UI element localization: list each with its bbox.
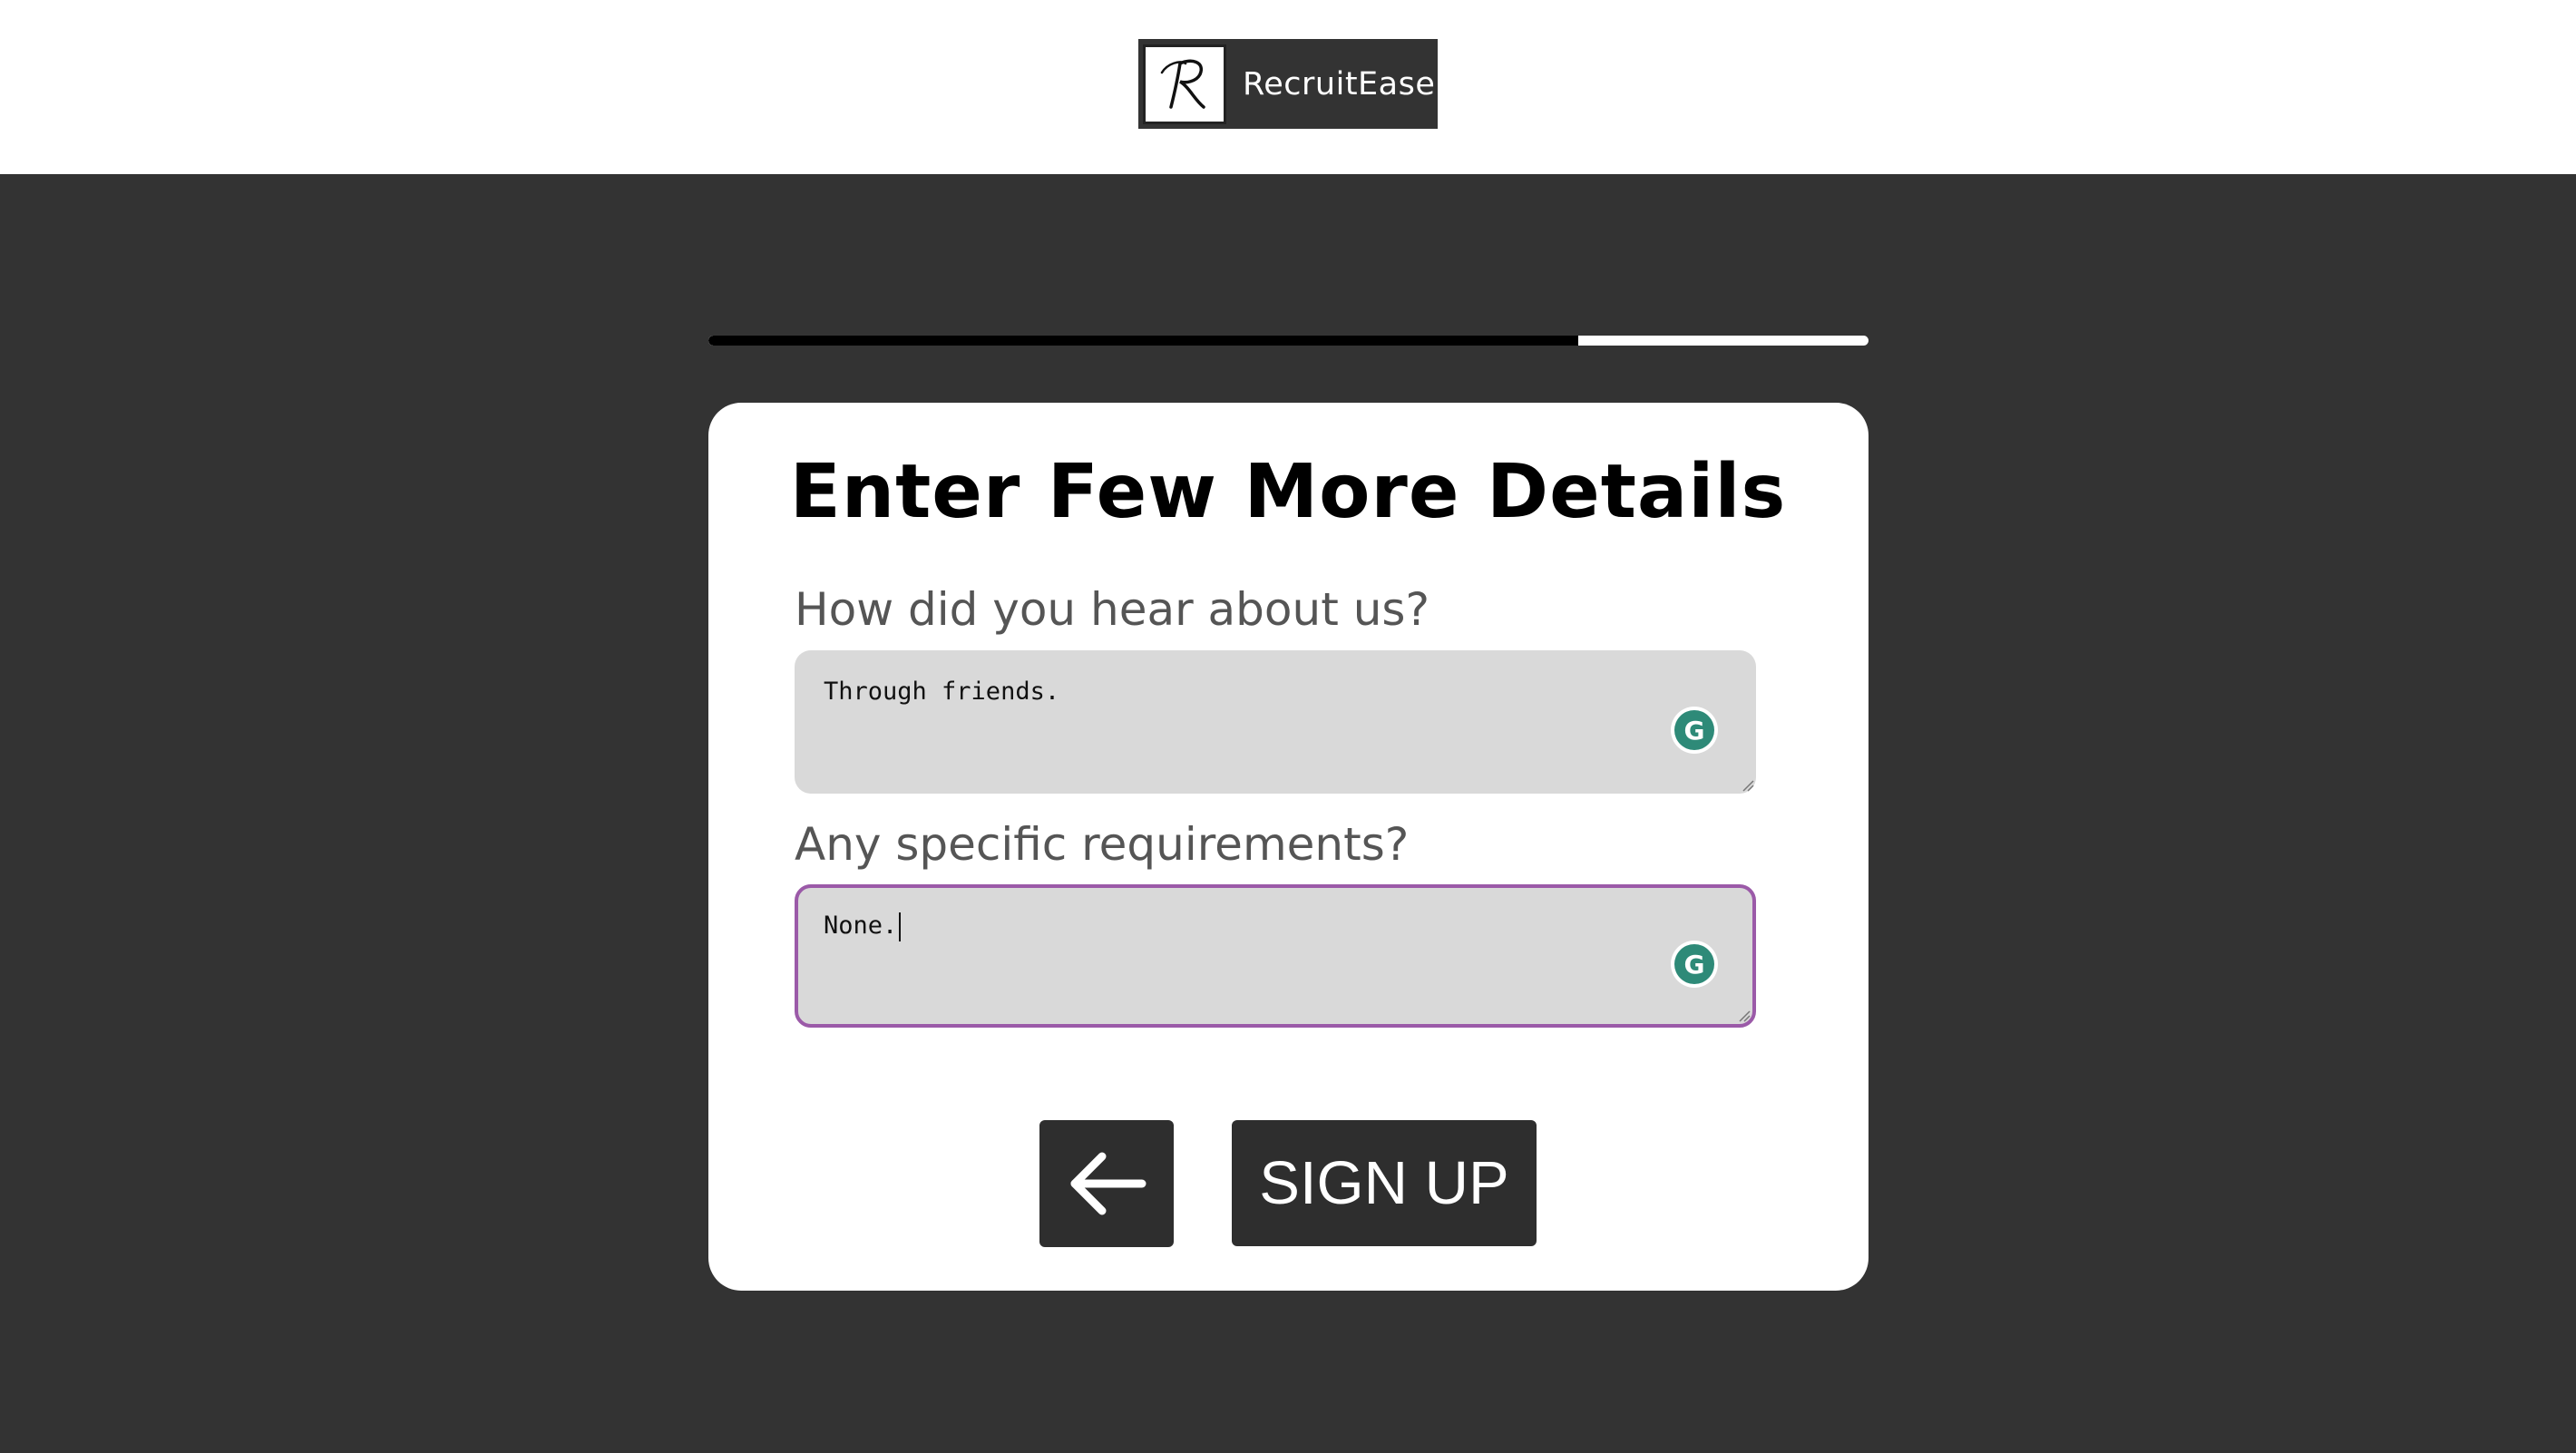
arrow-left-icon — [1070, 1152, 1147, 1215]
resize-handle-icon[interactable] — [1740, 777, 1754, 792]
progress-fill — [708, 336, 1579, 346]
hear-about-textarea[interactable]: Through friends. G — [795, 650, 1756, 794]
hear-about-label: How did you hear about us? — [795, 583, 1429, 636]
hear-about-value: Through friends. — [824, 678, 1060, 706]
sign-up-button[interactable]: SIGN UP — [1232, 1120, 1537, 1246]
signup-progress-bar — [708, 336, 1869, 346]
brand-name: RecruitEase — [1243, 65, 1436, 102]
page-title: Enter Few More Details — [789, 449, 1787, 535]
resize-handle-icon[interactable] — [1736, 1008, 1751, 1022]
logo-mark-icon — [1143, 44, 1226, 124]
grammarly-icon[interactable]: G — [1671, 941, 1718, 988]
back-button[interactable] — [1039, 1120, 1174, 1247]
requirements-value: None. — [824, 912, 898, 940]
text-caret — [899, 912, 902, 941]
top-header: RecruitEase — [0, 0, 2576, 174]
requirements-value-wrap: None. — [824, 912, 902, 941]
brand-logo[interactable]: RecruitEase — [1138, 39, 1438, 129]
requirements-label: Any specific requirements? — [795, 818, 1410, 871]
requirements-textarea[interactable]: None. G — [795, 884, 1756, 1028]
grammarly-icon[interactable]: G — [1671, 707, 1718, 754]
